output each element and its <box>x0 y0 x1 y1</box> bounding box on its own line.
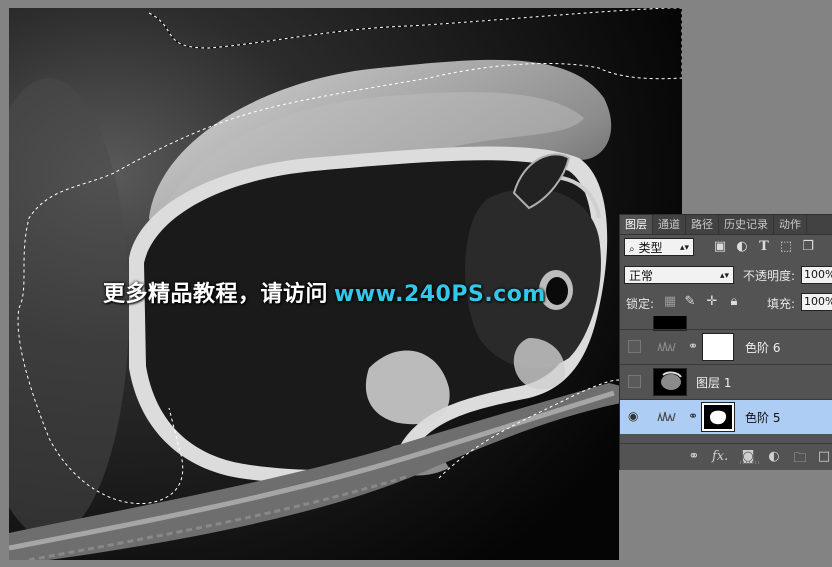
watermark-url: www.240PS.com <box>334 282 546 307</box>
tab-paths[interactable]: 路径 <box>686 215 719 234</box>
lock-row: 锁定: ▦ ✎ ✛ 🔒︎ 填充: 100% <box>620 292 832 314</box>
opacity-input[interactable]: 100% <box>801 266 832 284</box>
layer-filter-row: ⌕ 类型 ▴▾ ▣ ◐ T ⬚ ❐ <box>620 236 832 260</box>
squirrel-photo[interactable]: 更多精品教程，请访问 www.240PS.com <box>9 8 682 560</box>
blend-mode-value: 正常 <box>629 269 654 283</box>
chain-link-icon[interactable]: ⚭ <box>688 409 698 423</box>
lock-transparent-icon[interactable]: ▦ <box>662 294 678 310</box>
fill-label: 填充: <box>767 297 796 311</box>
layers-panel[interactable]: 图层 通道 路径 历史记录 动作 ⌕ 类型 ▴▾ ▣ ◐ T ⬚ ❐ 正常 ▴▾… <box>619 214 832 470</box>
text-filter-icon[interactable]: T <box>756 239 772 255</box>
filter-type-select[interactable]: ⌕ 类型 ▴▾ <box>624 238 694 256</box>
link-layers-icon[interactable]: ⚭ <box>686 449 702 464</box>
layer-row-hidden-top[interactable] <box>620 316 832 331</box>
layers-panel-footer: ⚭ fx. ◙ ◐ 🗀︎ □ <box>620 443 832 470</box>
layer-name[interactable]: 色阶 6 <box>745 339 780 356</box>
smart-object-filter-icon[interactable]: ❐ <box>800 239 816 255</box>
new-layer-icon[interactable]: □ <box>816 449 832 464</box>
layer-row-levels-5[interactable]: ◉ ⚭ 色阶 5 <box>620 399 832 434</box>
panel-tabs: 图层 通道 路径 历史记录 动作 <box>620 215 832 235</box>
chevron-updown-icon: ▴▾ <box>719 271 729 281</box>
chain-link-icon[interactable]: ⚭ <box>688 339 698 353</box>
watermark-text: 更多精品教程，请访问 www.240PS.com <box>103 276 546 308</box>
lock-label: 锁定: <box>626 297 655 311</box>
layer-mask-thumbnail[interactable] <box>702 333 734 361</box>
levels-adjustment-icon <box>657 338 677 356</box>
layer-row-levels-6[interactable]: ⚭ 色阶 6 <box>620 329 832 364</box>
tab-history[interactable]: 历史记录 <box>719 215 774 234</box>
fill-input[interactable]: 100% <box>801 293 832 311</box>
fx-icon[interactable]: fx. <box>712 449 728 464</box>
new-group-icon[interactable]: 🗀︎ <box>792 449 808 471</box>
blend-mode-row: 正常 ▴▾ 不透明度: 100% <box>620 264 832 288</box>
lock-all-icon[interactable]: 🔒︎ <box>726 294 742 310</box>
workspace-background <box>619 470 832 567</box>
layer-list[interactable]: ⚭ 色阶 6 图层 1 ◉ ⚭ 色阶 5 <box>620 316 832 441</box>
layer-thumbnail[interactable] <box>653 368 687 396</box>
layer-row-layer-1[interactable]: 图层 1 <box>620 364 832 399</box>
search-icon: ⌕ <box>629 244 635 255</box>
levels-adjustment-icon <box>657 408 677 426</box>
layer-name[interactable]: 色阶 5 <box>745 409 780 426</box>
visibility-toggle[interactable] <box>628 375 641 388</box>
blend-mode-select[interactable]: 正常 ▴▾ <box>624 266 734 284</box>
adjustment-layer-icon[interactable]: ◐ <box>766 449 782 464</box>
image-filter-icon[interactable]: ▣ <box>712 239 728 255</box>
lock-image-icon[interactable]: ✎ <box>682 294 698 310</box>
filter-type-label: 类型 <box>638 241 663 255</box>
lock-position-icon[interactable]: ✛ <box>704 294 720 310</box>
tab-channels[interactable]: 通道 <box>653 215 686 234</box>
visibility-toggle[interactable] <box>628 340 641 353</box>
layer-mask-thumbnail[interactable] <box>701 402 735 432</box>
chevron-updown-icon: ▴▾ <box>679 243 689 253</box>
workspace-background <box>682 0 832 214</box>
adjustment-filter-icon[interactable]: ◐ <box>734 239 750 255</box>
panel-resize-grip[interactable] <box>740 461 760 464</box>
tab-actions[interactable]: 动作 <box>774 215 807 234</box>
tab-layers[interactable]: 图层 <box>620 215 653 234</box>
document-canvas[interactable]: 更多精品教程，请访问 www.240PS.com <box>0 0 682 567</box>
watermark-chinese: 更多精品教程，请访问 <box>103 282 329 307</box>
opacity-label: 不透明度: <box>743 269 796 283</box>
shape-filter-icon[interactable]: ⬚ <box>778 239 794 255</box>
layer-name[interactable]: 图层 1 <box>696 374 731 391</box>
eye-icon[interactable]: ◉ <box>628 410 641 423</box>
